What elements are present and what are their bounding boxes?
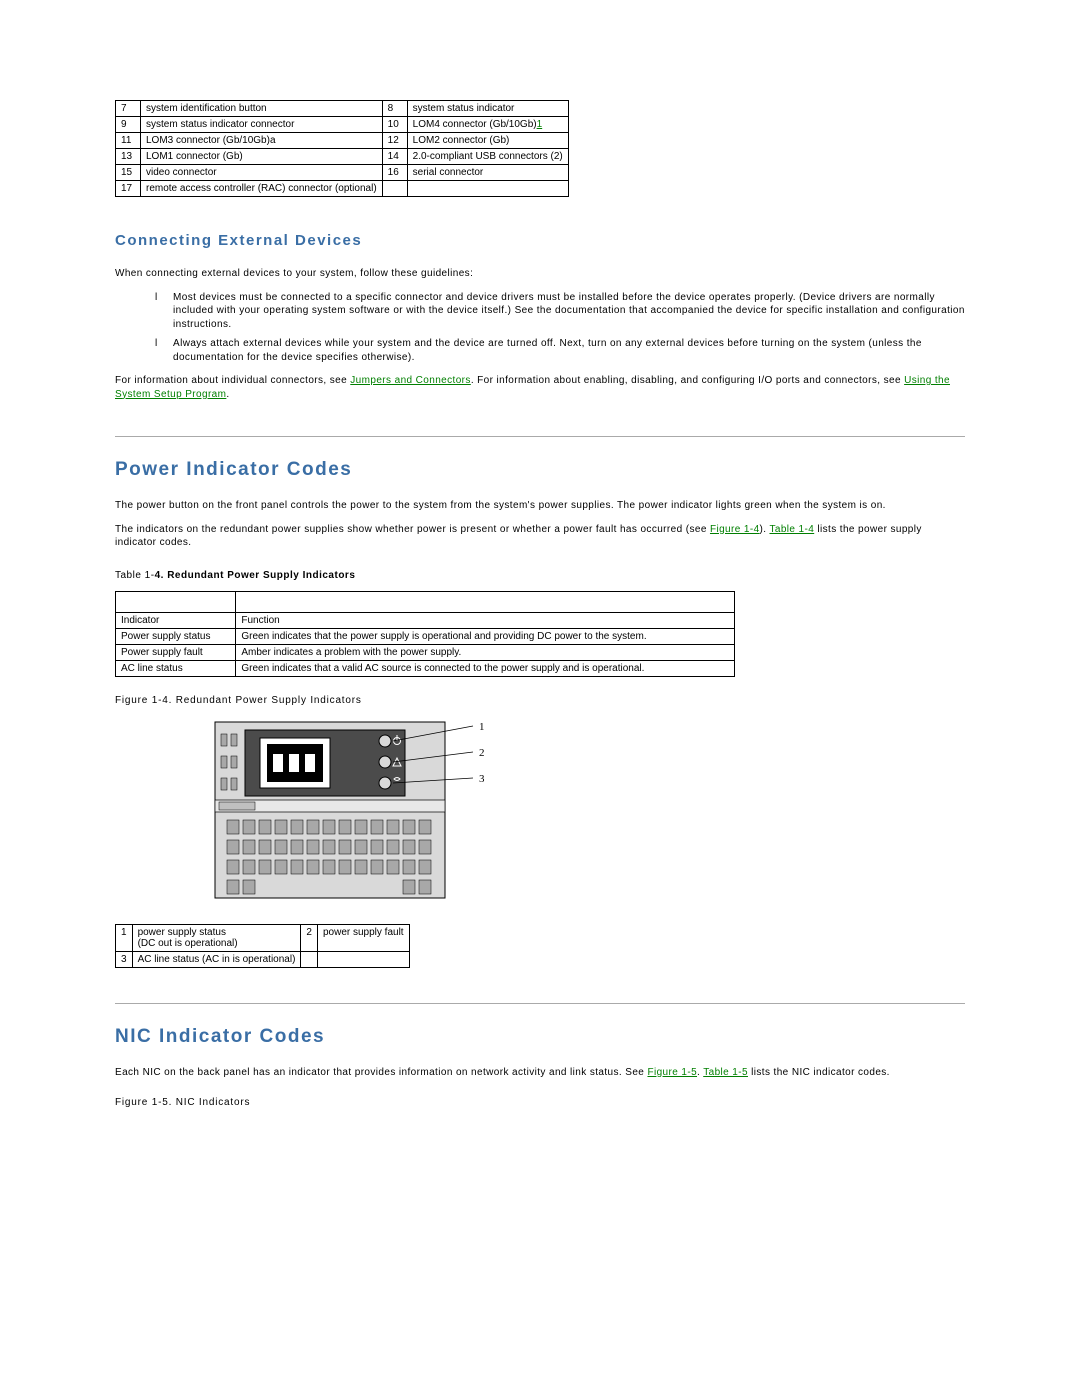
table-row: 3 AC line status (AC in is operational) [116, 951, 410, 967]
paragraph: For information about individual connect… [115, 374, 965, 401]
separator [115, 436, 965, 437]
table-row: 1 power supply status (DC out is operati… [116, 924, 410, 951]
cell-number: 13 [116, 149, 141, 165]
table-row: 7 system identification button 8 system … [116, 101, 569, 117]
cell-number: 11 [116, 133, 141, 149]
cell-desc: system status indicator connector [141, 117, 383, 133]
cell-desc: LOM4 connector (Gb/10Gb)1 [407, 117, 568, 133]
cell-desc: power supply fault [317, 924, 409, 951]
paragraph: Each NIC on the back panel has an indica… [115, 1066, 965, 1080]
cell-number: 2 [301, 924, 318, 951]
cell-function: Green indicates that the power supply is… [236, 628, 735, 644]
col-header: Function [236, 612, 735, 628]
cell-number: 1 [116, 924, 133, 951]
cell-desc: power supply status (DC out is operation… [132, 924, 301, 951]
cell-desc: 2.0-compliant USB connectors (2) [407, 149, 568, 165]
table-caption: Table 1-4. Redundant Power Supply Indica… [115, 570, 965, 581]
list-item: Always attach external devices while you… [155, 337, 965, 364]
link-figure-1-4[interactable]: Figure 1-4 [710, 524, 760, 535]
paragraph: The power button on the front panel cont… [115, 499, 965, 513]
guideline-list: Most devices must be connected to a spec… [115, 291, 965, 365]
cell-number: 10 [382, 117, 407, 133]
callout-1: 1 [479, 721, 485, 733]
cell-number: 12 [382, 133, 407, 149]
cell-indicator: Power supply fault [116, 644, 236, 660]
cell-number: 16 [382, 165, 407, 181]
table-row: AC line status Green indicates that a va… [116, 660, 735, 676]
table-row: 13 LOM1 connector (Gb) 14 2.0-compliant … [116, 149, 569, 165]
cell-number: 8 [382, 101, 407, 117]
col-header: Indicator [116, 612, 236, 628]
callout-table: 1 power supply status (DC out is operati… [115, 924, 410, 968]
cell-indicator: AC line status [116, 660, 236, 676]
cell-desc: system identification button [141, 101, 383, 117]
paragraph: When connecting external devices to your… [115, 267, 965, 281]
cell-desc [317, 951, 409, 967]
cell-desc: system status indicator [407, 101, 568, 117]
cell-number: 3 [116, 951, 133, 967]
section-heading-connecting: Connecting External Devices [115, 232, 965, 249]
table-row: 15 video connector 16 serial connector [116, 165, 569, 181]
connectors-table: 7 system identification button 8 system … [115, 100, 569, 197]
cell-number: 7 [116, 101, 141, 117]
cell-number [382, 181, 407, 197]
cell-number: 15 [116, 165, 141, 181]
figure-caption: Figure 1-5. NIC Indicators [115, 1097, 965, 1108]
callout-2: 2 [479, 747, 485, 759]
cell-number: 14 [382, 149, 407, 165]
cell-desc [407, 181, 568, 197]
cell-function: Amber indicates a problem with the power… [236, 644, 735, 660]
cell-desc: remote access controller (RAC) connector… [141, 181, 383, 197]
cell-desc: LOM2 connector (Gb) [407, 133, 568, 149]
cell-desc: LOM1 connector (Gb) [141, 149, 383, 165]
link-table-1-5[interactable]: Table 1-5 [703, 1067, 748, 1078]
cell-function: Green indicates that a valid AC source i… [236, 660, 735, 676]
callout-3: 3 [479, 773, 485, 785]
cell-desc: video connector [141, 165, 383, 181]
paragraph: The indicators on the redundant power su… [115, 523, 965, 550]
list-item: Most devices must be connected to a spec… [155, 291, 965, 332]
cell-desc: AC line status (AC in is operational) [132, 951, 301, 967]
cell-number: 17 [116, 181, 141, 197]
section-heading-nic: NIC Indicator Codes [115, 1026, 965, 1048]
section-heading-power: Power Indicator Codes [115, 459, 965, 481]
cell-desc: serial connector [407, 165, 568, 181]
footnote-link[interactable]: 1 [537, 119, 543, 130]
link-jumpers-connectors[interactable]: Jumpers and Connectors [350, 375, 471, 386]
cell-number: 9 [116, 117, 141, 133]
separator [115, 1003, 965, 1004]
power-indicators-table: Indicator Function Power supply status G… [115, 591, 735, 677]
figure-caption: Figure 1-4. Redundant Power Supply Indic… [115, 695, 965, 706]
cell-desc: LOM3 connector (Gb/10Gb)a [141, 133, 383, 149]
table-row: 11 LOM3 connector (Gb/10Gb)a 12 LOM2 con… [116, 133, 569, 149]
table-row: 9 system status indicator connector 10 L… [116, 117, 569, 133]
cell-number [301, 951, 318, 967]
table-row: Power supply fault Amber indicates a pro… [116, 644, 735, 660]
link-figure-1-5[interactable]: Figure 1-5 [647, 1067, 697, 1078]
table-header-row: Indicator Function [116, 612, 735, 628]
table-row: 17 remote access controller (RAC) connec… [116, 181, 569, 197]
cell-indicator: Power supply status [116, 628, 236, 644]
table-row: Power supply status Green indicates that… [116, 628, 735, 644]
power-supply-figure: 1 2 3 [205, 716, 965, 906]
link-table-1-4[interactable]: Table 1-4 [769, 524, 814, 535]
